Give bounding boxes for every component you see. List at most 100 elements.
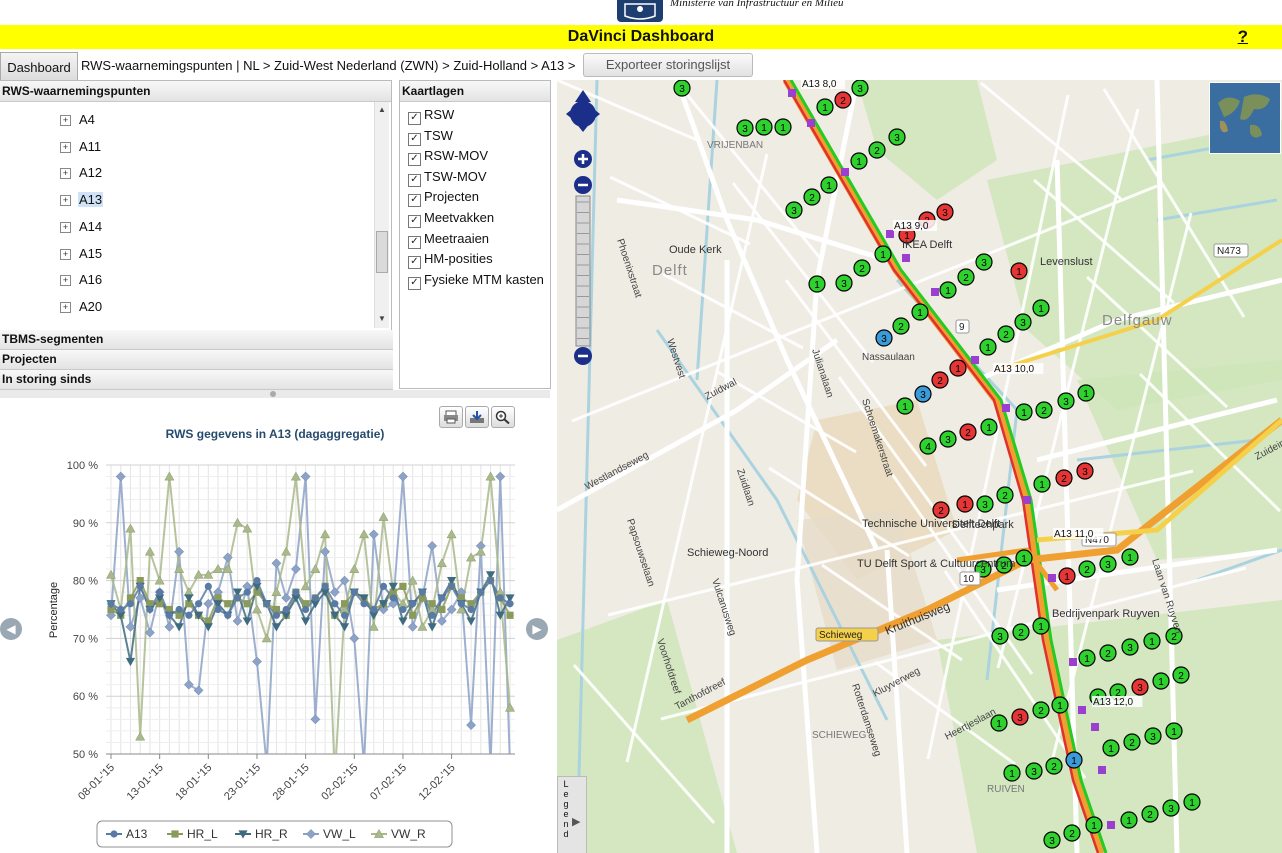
status-count[interactable]: 1 bbox=[902, 402, 908, 413]
status-count[interactable]: 3 bbox=[1082, 467, 1088, 478]
pan-control[interactable] bbox=[564, 88, 602, 134]
legend-letter[interactable]: e bbox=[560, 809, 572, 819]
status-count[interactable]: 3 bbox=[742, 124, 748, 135]
status-marker[interactable]: 1 bbox=[1143, 632, 1161, 650]
status-marker[interactable]: 1 bbox=[979, 338, 997, 356]
status-marker[interactable]: 3 bbox=[991, 627, 1009, 645]
status-marker[interactable]: 3 bbox=[736, 119, 754, 137]
tree-item-label[interactable]: A15 bbox=[78, 246, 103, 261]
status-count[interactable]: 1 bbox=[962, 500, 968, 511]
legend-letter[interactable]: e bbox=[560, 789, 572, 799]
collapsed-panel-tbms-segmenten[interactable]: TBMS-segmenten bbox=[0, 330, 393, 350]
layer-checkbox[interactable]: ✓ bbox=[408, 215, 421, 228]
status-marker[interactable]: 3 bbox=[1099, 555, 1117, 573]
layer-checkbox[interactable]: ✓ bbox=[408, 112, 421, 125]
status-marker[interactable]: 1 bbox=[808, 275, 826, 293]
status-count[interactable]: 2 bbox=[938, 506, 944, 517]
status-count[interactable]: 2 bbox=[859, 264, 865, 275]
status-count[interactable]: 3 bbox=[942, 208, 948, 219]
status-count[interactable]: 1 bbox=[945, 286, 951, 297]
status-marker[interactable]: 2 bbox=[853, 259, 871, 277]
status-count[interactable]: 2 bbox=[1002, 491, 1008, 502]
status-count[interactable]: 1 bbox=[955, 364, 961, 375]
status-count[interactable]: 1 bbox=[996, 719, 1002, 730]
status-count[interactable]: 3 bbox=[981, 258, 987, 269]
status-count[interactable]: 1 bbox=[1038, 304, 1044, 315]
status-marker[interactable]: 3 bbox=[1025, 762, 1043, 780]
status-count[interactable]: 3 bbox=[841, 279, 847, 290]
layer-checkbox[interactable]: ✓ bbox=[408, 256, 421, 270]
expand-icon[interactable]: + bbox=[60, 221, 71, 233]
status-count[interactable]: 3 bbox=[997, 632, 1003, 643]
layer-rsw[interactable]: ✓ RSW bbox=[408, 105, 454, 125]
status-count[interactable]: 1 bbox=[1009, 769, 1015, 780]
expand-icon[interactable]: + bbox=[60, 301, 71, 313]
expand-icon[interactable]: + bbox=[60, 248, 71, 260]
status-marker[interactable]: 1 bbox=[1183, 793, 1201, 811]
status-count[interactable]: 4 bbox=[925, 442, 931, 453]
status-marker[interactable]: 1 bbox=[1085, 816, 1103, 834]
status-marker[interactable]: 3 bbox=[936, 203, 954, 221]
layer-checkbox[interactable]: ✓ bbox=[408, 132, 421, 146]
layer-tsw-mov[interactable]: ✓ TSW-MOV bbox=[408, 167, 487, 187]
status-count[interactable]: 2 bbox=[809, 193, 815, 204]
status-count[interactable]: 1 bbox=[917, 308, 923, 319]
scrollbar-thumb[interactable] bbox=[376, 231, 388, 273]
status-count[interactable]: 1 bbox=[1016, 267, 1022, 278]
status-count[interactable]: 3 bbox=[945, 435, 951, 446]
tree-item-a11[interactable]: + A11 bbox=[60, 138, 102, 156]
status-marker[interactable]: 2 bbox=[1035, 401, 1053, 419]
status-marker[interactable]: 1 bbox=[1058, 567, 1076, 585]
tree-item-a16[interactable]: + A16 bbox=[60, 271, 103, 289]
status-count[interactable]: 2 bbox=[1178, 671, 1184, 682]
layer-tsw[interactable]: ✓ TSW bbox=[408, 126, 453, 146]
status-count[interactable]: 2 bbox=[1084, 565, 1090, 576]
status-count[interactable]: 1 bbox=[1091, 821, 1097, 832]
status-count[interactable]: 2 bbox=[1105, 649, 1111, 660]
status-marker[interactable]: 2 bbox=[892, 317, 910, 335]
layer-projecten[interactable]: ✓ Projecten bbox=[408, 187, 479, 208]
layer-checkbox[interactable]: ✓ bbox=[408, 194, 421, 208]
status-marker[interactable]: 1 bbox=[1033, 475, 1051, 493]
status-count[interactable]: 2 bbox=[840, 96, 846, 107]
status-marker[interactable]: 3 bbox=[1014, 313, 1032, 331]
status-marker[interactable]: 1 bbox=[1051, 696, 1069, 714]
legend-label[interactable]: A13 bbox=[126, 827, 148, 841]
status-marker[interactable]: 1 bbox=[1078, 649, 1096, 667]
hm-marker[interactable] bbox=[1002, 404, 1010, 412]
status-marker[interactable]: 2 bbox=[1078, 560, 1096, 578]
status-count[interactable]: 2 bbox=[898, 322, 904, 333]
tree-item-a15[interactable]: + A15 bbox=[60, 245, 103, 263]
status-marker[interactable]: 1 bbox=[1120, 811, 1138, 829]
status-marker[interactable]: 3 bbox=[939, 430, 957, 448]
status-count[interactable]: 1 bbox=[1021, 408, 1027, 419]
status-count[interactable]: 1 bbox=[1071, 756, 1077, 767]
status-marker[interactable]: 1 bbox=[1165, 722, 1183, 740]
map-view[interactable]: 3311123321123321123113211231321123113211… bbox=[557, 80, 1282, 853]
status-marker[interactable]: 1 bbox=[949, 359, 967, 377]
status-marker[interactable]: 2 bbox=[959, 423, 977, 441]
status-count[interactable]: 1 bbox=[780, 123, 786, 134]
status-marker[interactable]: 3 bbox=[975, 253, 993, 271]
layer-checkbox[interactable]: ✓ bbox=[408, 235, 421, 249]
status-count[interactable]: 2 bbox=[1069, 829, 1075, 840]
status-marker[interactable]: 3 bbox=[875, 329, 893, 347]
status-marker[interactable]: 3 bbox=[1121, 638, 1139, 656]
status-count[interactable]: 3 bbox=[1137, 683, 1143, 694]
status-marker[interactable]: 3 bbox=[1011, 708, 1029, 726]
tree-item-a12[interactable]: + A12 bbox=[60, 164, 103, 182]
tab-dashboard[interactable]: Dashboard bbox=[0, 52, 78, 80]
status-count[interactable]: 3 bbox=[1127, 643, 1133, 654]
status-count[interactable]: 1 bbox=[985, 343, 991, 354]
status-marker[interactable]: 2 bbox=[997, 325, 1015, 343]
expand-icon[interactable]: + bbox=[60, 115, 71, 126]
status-count[interactable]: 1 bbox=[1039, 480, 1045, 491]
status-count[interactable]: 2 bbox=[963, 273, 969, 284]
status-count[interactable]: 3 bbox=[791, 206, 797, 217]
hm-marker[interactable] bbox=[1098, 766, 1106, 774]
status-marker[interactable]: 1 bbox=[1077, 384, 1095, 402]
status-marker[interactable]: 1 bbox=[1032, 299, 1050, 317]
status-count[interactable]: 3 bbox=[982, 500, 988, 511]
status-count[interactable]: 2 bbox=[937, 376, 943, 387]
status-count[interactable]: 3 bbox=[679, 84, 685, 95]
